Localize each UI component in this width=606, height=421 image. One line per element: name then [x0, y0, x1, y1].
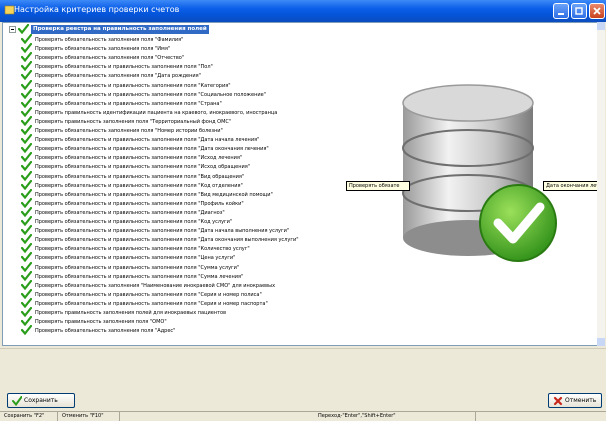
check-icon[interactable]: [18, 24, 29, 34]
tree-item-label: Проверять обязательность и правильность …: [35, 91, 266, 98]
tree-item-label: Проверять обязательность и правильность …: [35, 173, 245, 180]
tree-item-label: Проверять обязательность и правильность …: [35, 191, 273, 198]
cross-icon: [553, 396, 563, 406]
tree-item-label: Проверять правильность заполнения поля "…: [35, 118, 232, 125]
scroll-down-arrow[interactable]: [597, 338, 605, 346]
tree-item-label: Проверять обязательность и правильность …: [35, 200, 244, 207]
tree-item-label: Проверять правильность заполнения поля "…: [35, 319, 167, 326]
tree-item-label: Проверять обязательность заполнения поля…: [35, 73, 201, 80]
tree-item-label: Проверять обязательность и правильность …: [35, 155, 243, 162]
tree-item-label: Проверять обязательность и правильность …: [35, 137, 260, 144]
cancel-button[interactable]: Отменить: [548, 393, 602, 408]
status-nav-hint: Переход-"Enter","Shift+Enter": [316, 412, 476, 421]
collapse-toggle[interactable]: [9, 26, 16, 33]
tree-item-label: Проверять обязательность и правильность …: [35, 164, 251, 171]
tree-item-label: Проверять обязательность и правильность …: [35, 237, 299, 244]
minimize-icon: [558, 13, 564, 15]
tree-item-label: Проверять обязательность и правильность …: [35, 255, 236, 262]
tree-item-label: Проверять обязательность и правильность …: [35, 228, 290, 235]
tree-item-label: Проверять правильность идентификации пац…: [35, 109, 278, 116]
minimize-button[interactable]: [553, 3, 569, 19]
tree-item-label: Проверять обязательность и правильность …: [35, 219, 233, 225]
tree-item-label: Проверять обязательность заполнения поля…: [35, 128, 223, 134]
tree-item-label: Проверять обязательность и правильность …: [35, 264, 240, 271]
tooltip-left: Проверять обязате: [346, 181, 410, 191]
check-icon: [12, 396, 22, 406]
settings-window: Настройка критериев проверки счетов Пров…: [0, 0, 606, 421]
save-button-label: Сохранить: [24, 397, 58, 404]
maximize-icon: [575, 7, 583, 15]
tree-item-label: Проверять обязательность и правильность …: [35, 291, 262, 298]
tree-item-label: Проверять обязательность и правильность …: [35, 82, 231, 89]
tree-item-label: Проверять обязательность заполнения поля…: [35, 55, 185, 62]
tree-item-label: Проверять обязательность заполнения поля…: [35, 37, 184, 43]
tree-item-label: Проверять обязательность и правильность …: [35, 209, 225, 216]
tree-item-label: Проверять обязательность и правильность …: [35, 182, 243, 189]
window-title: Настройка критериев проверки счетов: [14, 5, 180, 14]
tree-item-label: Проверять обязательность и правильность …: [35, 300, 268, 307]
maximize-button[interactable]: [571, 3, 587, 19]
scroll-up-arrow[interactable]: [597, 22, 605, 30]
bottom-panel: [0, 348, 606, 391]
tree-item-label: Проверять обязательность и правильность …: [35, 246, 250, 253]
tree-item-label: Проверять обязательность и правильность …: [35, 273, 244, 280]
title-bar[interactable]: Настройка критериев проверки счетов: [0, 0, 606, 22]
save-button[interactable]: Сохранить: [7, 393, 75, 408]
tree-item-label: Проверять обязательность заполнения поля…: [35, 328, 176, 335]
close-icon: [593, 7, 601, 15]
status-cancel-hint: Отменить "F10": [60, 412, 120, 421]
status-save-hint: Сохранить "F2": [2, 412, 58, 421]
close-button[interactable]: [589, 3, 605, 19]
tree-item-label: Проверять обязательность заполнения поля…: [35, 46, 171, 53]
tooltip-right: Дата окончания лечени: [543, 181, 599, 191]
vertical-scrollbar[interactable]: [597, 22, 605, 346]
tree-item-label: Проверять обязательность и правильность …: [35, 100, 222, 107]
tree-item-label: Проверять обязательность заполнения "Наи…: [35, 282, 276, 289]
database-check-icon: [402, 84, 557, 262]
criteria-tree[interactable]: Проверка реестра на правильность заполне…: [2, 22, 600, 346]
status-bar: Сохранить "F2" Отменить "F10" Переход-"E…: [0, 411, 606, 421]
tree-item-label: Проверять правильность заполнения полей …: [35, 310, 227, 316]
tree-item-label: Проверять обязательность и правильность …: [35, 64, 213, 71]
tree-root-label: Проверка реестра на правильность заполне…: [31, 25, 209, 34]
check-icon[interactable]: [21, 325, 32, 336]
tree-item-label: Проверять обязательность и правильность …: [35, 146, 269, 153]
cancel-button-label: Отменить: [565, 397, 597, 404]
